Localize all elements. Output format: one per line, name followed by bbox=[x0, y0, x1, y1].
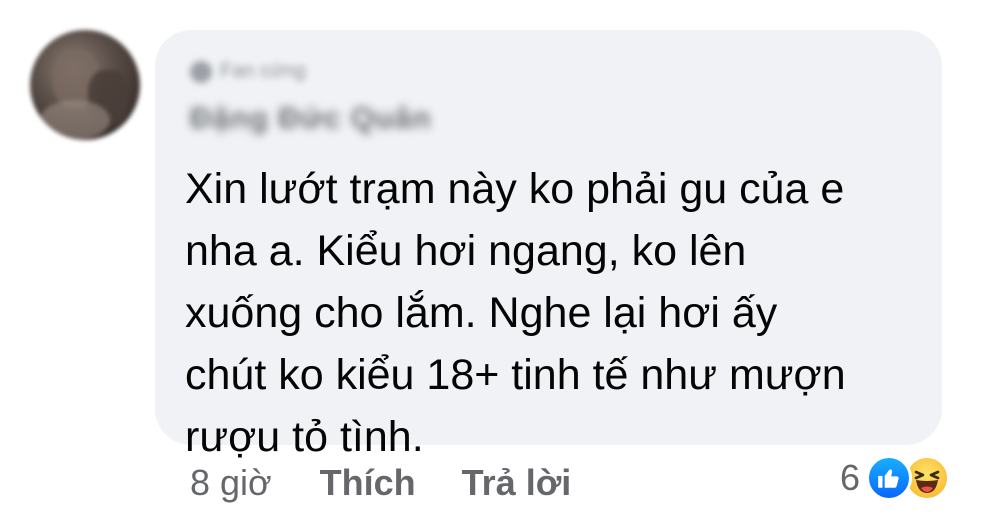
reaction-count: 6 bbox=[840, 457, 861, 498]
timestamp[interactable]: 8 giờ bbox=[190, 462, 272, 504]
author-name[interactable]: Đặng Đức Quân bbox=[190, 102, 431, 136]
like-icon bbox=[866, 455, 913, 501]
comment-actions: 8 giờ Thích Trả lời bbox=[190, 462, 617, 504]
comment-line: Xin lướt trạm này ko phải gu của e bbox=[185, 165, 845, 213]
badge-label: Fan cứng bbox=[220, 60, 306, 82]
comment-bubble: Fan cứng Đặng Đức Quân Xin lướt trạm này… bbox=[155, 30, 942, 461]
reply-button[interactable]: Trả lời bbox=[462, 462, 572, 504]
badge-icon bbox=[190, 60, 212, 83]
comment-line: rượu tỏ tình. bbox=[185, 413, 424, 461]
comment-line: nha a. Kiểu hơi ngang, ko lên bbox=[185, 227, 747, 275]
avatar[interactable] bbox=[30, 30, 140, 140]
like-button[interactable]: Thích bbox=[320, 462, 416, 504]
comment-text: Xin lướt trạm này ko phải gu của e nha a… bbox=[185, 158, 925, 468]
avatar-blur-shape bbox=[40, 100, 110, 140]
reactions-summary[interactable]: 6 bbox=[840, 455, 951, 501]
comment-container: Fan cứng Đặng Đức Quân Xin lướt trạm này… bbox=[0, 0, 1000, 529]
comment-line: chút ko kiểu 18+ tinh tế như mượn bbox=[185, 351, 846, 399]
fan-badge: Fan cứng bbox=[190, 60, 306, 83]
comment-line: xuống cho lắm. Nghe lại hơi ấy bbox=[185, 289, 778, 337]
